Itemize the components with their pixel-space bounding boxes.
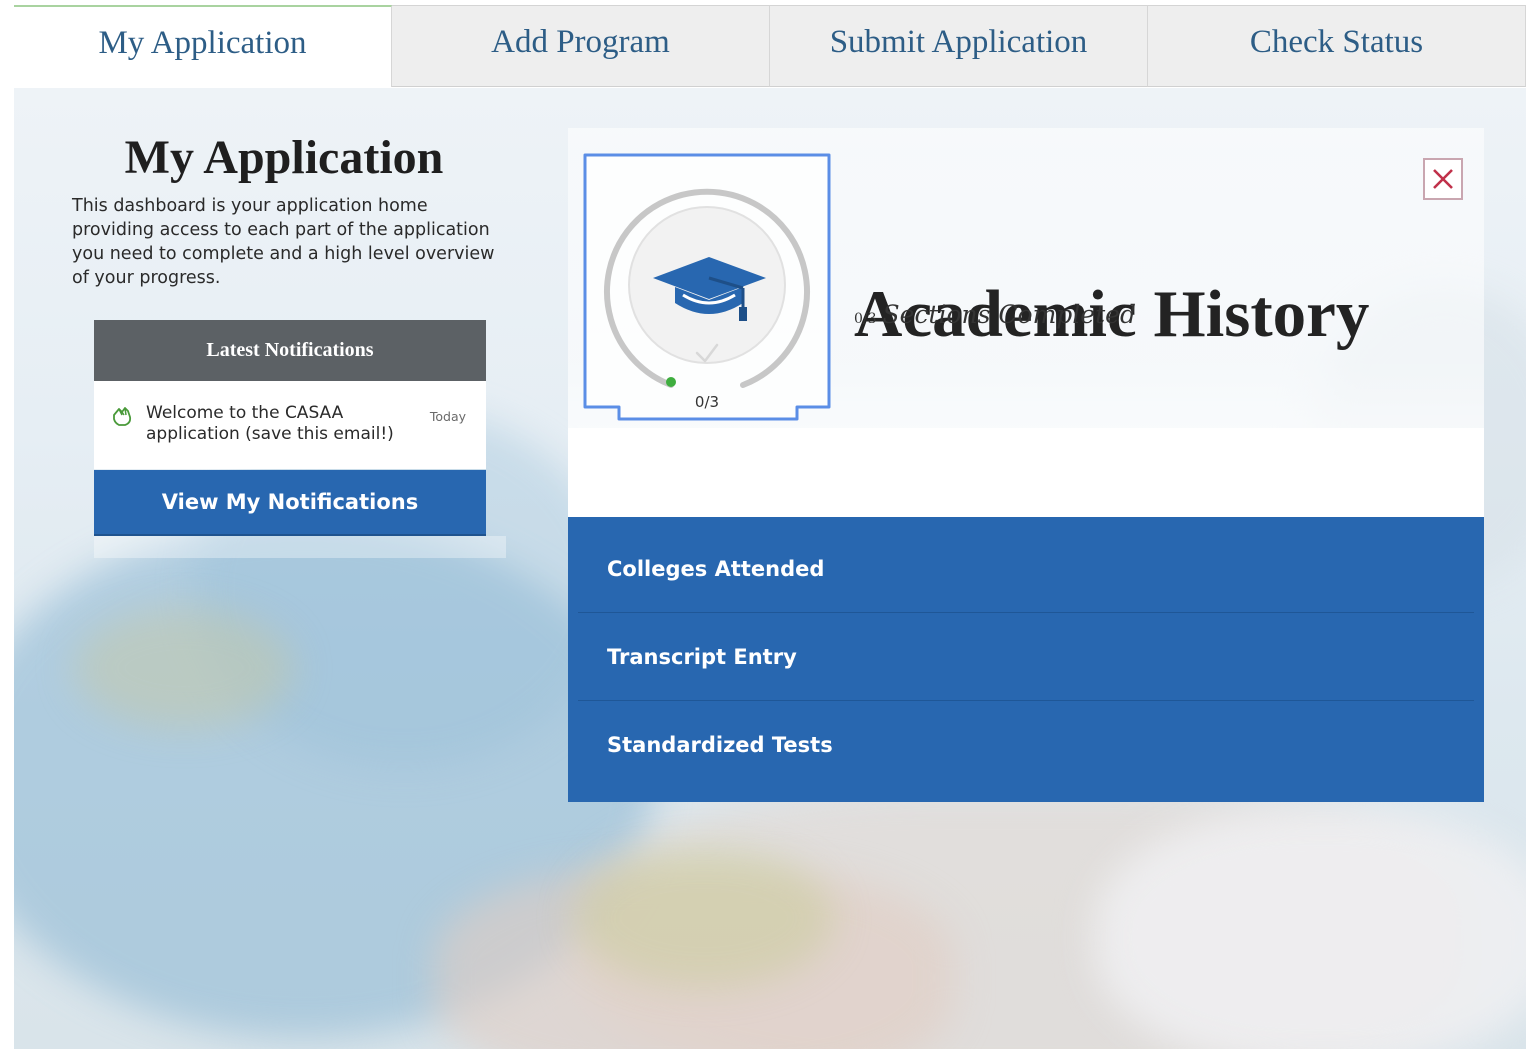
section-item-transcript-entry[interactable]: Transcript Entry (578, 613, 1474, 701)
tab-my-application[interactable]: My Application (14, 5, 392, 87)
notification-item[interactable]: Welcome to the CASAA application (save t… (94, 381, 486, 469)
section-label: Colleges Attended (607, 556, 825, 581)
completed-label: Sections Completed (882, 300, 1136, 329)
completed-fraction: 0/3 (854, 311, 877, 327)
dashboard-intro: My Application This dashboard is your ap… (62, 120, 506, 290)
notification-card-shadow (94, 536, 506, 558)
progress-ring (583, 153, 831, 421)
section-label: Transcript Entry (607, 644, 797, 669)
notification-time: Today (429, 409, 466, 424)
page-title: My Application (124, 131, 444, 184)
main-tabs: My Application Add Program Submit Applic… (14, 5, 1526, 88)
notifications-card: Latest Notifications Welcome to the CASA… (94, 320, 486, 469)
notification-text: Welcome to the CASAA application (save t… (146, 403, 394, 444)
academic-history-module: 0/3 Academic History 0/3 Sections Complet… (568, 128, 1484, 802)
section-list: Colleges Attended Transcript Entry Stand… (568, 517, 1484, 802)
progress-text: 0/3 (694, 393, 720, 411)
tab-submit-application[interactable]: Submit Application (770, 5, 1148, 87)
tab-label: Check Status (1249, 23, 1424, 60)
page-description: This dashboard is your application home … (72, 196, 495, 288)
hand-wave-icon (110, 403, 134, 429)
close-button[interactable] (1423, 158, 1463, 200)
tab-label: Add Program (491, 23, 670, 60)
notifications-header: Latest Notifications (94, 320, 486, 381)
section-item-colleges-attended[interactable]: Colleges Attended (578, 525, 1474, 613)
section-item-standardized-tests[interactable]: Standardized Tests (578, 701, 1474, 789)
tab-label: My Application (98, 24, 307, 61)
view-notifications-button[interactable]: View My Notifications (94, 470, 486, 536)
sections-completed: 0/3 Sections Completed (854, 300, 1136, 329)
close-icon (1433, 169, 1453, 189)
module-header-footer (568, 428, 1484, 517)
section-label: Standardized Tests (607, 733, 833, 757)
tab-check-status[interactable]: Check Status (1148, 5, 1526, 87)
progress-start-dot (666, 377, 676, 387)
tab-label: Submit Application (829, 23, 1088, 60)
progress-indicator: 0/3 (583, 153, 831, 421)
tab-add-program[interactable]: Add Program (392, 5, 770, 87)
